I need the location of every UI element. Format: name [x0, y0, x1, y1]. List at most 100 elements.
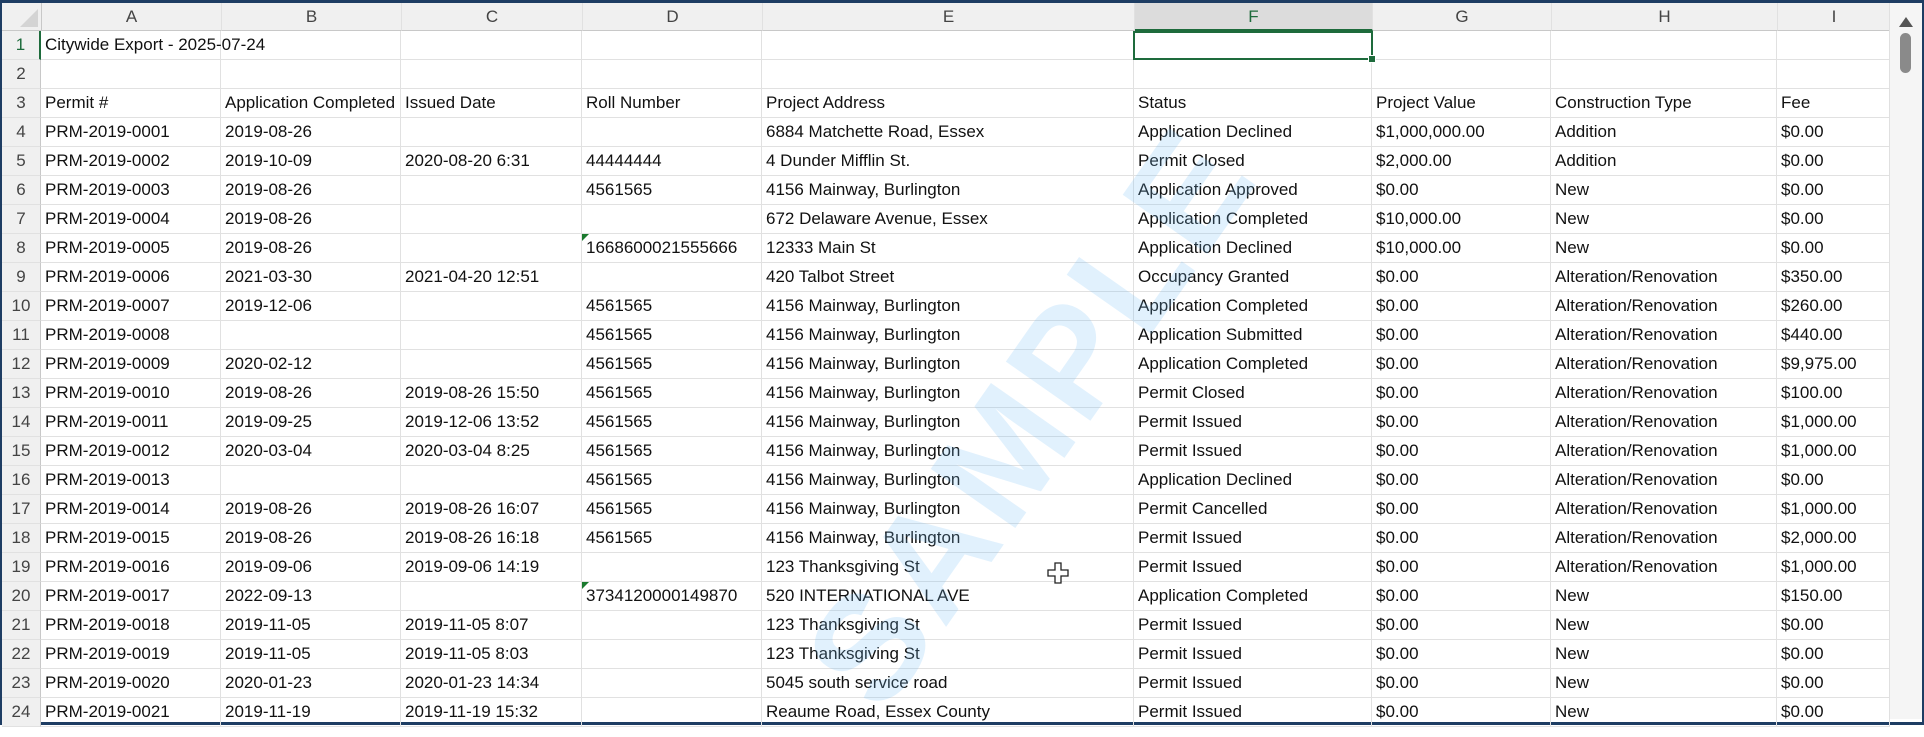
cell-C23[interactable]: 2020-01-23 14:34 — [401, 669, 582, 698]
cell-B14[interactable]: 2019-09-25 — [221, 408, 401, 437]
cell-E8[interactable]: 12333 Main St — [762, 234, 1134, 263]
cell-C17[interactable]: 2019-08-26 16:07 — [401, 495, 582, 524]
cell-H12[interactable]: Alteration/Renovation — [1551, 350, 1777, 379]
cell-I23[interactable]: $0.00 — [1777, 669, 1890, 698]
row-header-3[interactable]: 3 — [2, 89, 41, 118]
cell-C9[interactable]: 2021-04-20 12:51 — [401, 263, 582, 292]
cell-H21[interactable]: New — [1551, 611, 1777, 640]
cell-F20[interactable]: Application Completed — [1134, 582, 1372, 611]
row-header-17[interactable]: 17 — [2, 495, 41, 524]
cell-D20[interactable]: 3734120000149870 — [582, 582, 762, 611]
cell-B22[interactable]: 2019-11-05 — [221, 640, 401, 669]
row-header-20[interactable]: 20 — [2, 582, 41, 611]
scroll-up-arrow-icon[interactable] — [1899, 17, 1913, 27]
row-header-16[interactable]: 16 — [2, 466, 41, 495]
cell-H1[interactable] — [1551, 31, 1777, 60]
cell-A12[interactable]: PRM-2019-0009 — [41, 350, 221, 379]
number-as-text-indicator-icon[interactable] — [582, 234, 589, 241]
cell-B17[interactable]: 2019-08-26 — [221, 495, 401, 524]
cell-D3[interactable]: Roll Number — [582, 89, 762, 118]
cell-G2[interactable] — [1372, 60, 1551, 89]
cell-I2[interactable] — [1777, 60, 1890, 89]
cell-A10[interactable]: PRM-2019-0007 — [41, 292, 221, 321]
cell-F17[interactable]: Permit Cancelled — [1134, 495, 1372, 524]
cell-E11[interactable]: 4156 Mainway, Burlington — [762, 321, 1134, 350]
cell-B20[interactable]: 2022-09-13 — [221, 582, 401, 611]
cell-I16[interactable]: $0.00 — [1777, 466, 1890, 495]
cell-C13[interactable]: 2019-08-26 15:50 — [401, 379, 582, 408]
cell-E24[interactable]: Reaume Road, Essex County — [762, 698, 1134, 727]
row-header-13[interactable]: 13 — [2, 379, 41, 408]
cell-G3[interactable]: Project Value — [1372, 89, 1551, 118]
cell-B4[interactable]: 2019-08-26 — [221, 118, 401, 147]
cell-A14[interactable]: PRM-2019-0011 — [41, 408, 221, 437]
row-header-19[interactable]: 19 — [2, 553, 41, 582]
cell-C12[interactable] — [401, 350, 582, 379]
cell-D6[interactable]: 4561565 — [582, 176, 762, 205]
cell-F14[interactable]: Permit Issued — [1134, 408, 1372, 437]
column-header-I[interactable]: I — [1778, 3, 1891, 31]
cell-F21[interactable]: Permit Issued — [1134, 611, 1372, 640]
cell-G18[interactable]: $0.00 — [1372, 524, 1551, 553]
cell-D13[interactable]: 4561565 — [582, 379, 762, 408]
cell-H23[interactable]: New — [1551, 669, 1777, 698]
cell-C1[interactable] — [401, 31, 582, 60]
cell-E9[interactable]: 420 Talbot Street — [762, 263, 1134, 292]
cell-H8[interactable]: New — [1551, 234, 1777, 263]
cell-E6[interactable]: 4156 Mainway, Burlington — [762, 176, 1134, 205]
cell-F22[interactable]: Permit Issued — [1134, 640, 1372, 669]
cell-C8[interactable] — [401, 234, 582, 263]
cell-E4[interactable]: 6884 Matchette Road, Essex — [762, 118, 1134, 147]
cell-A19[interactable]: PRM-2019-0016 — [41, 553, 221, 582]
cell-E17[interactable]: 4156 Mainway, Burlington — [762, 495, 1134, 524]
cell-I8[interactable]: $0.00 — [1777, 234, 1890, 263]
cell-D22[interactable] — [582, 640, 762, 669]
cell-B5[interactable]: 2019-10-09 — [221, 147, 401, 176]
cell-E13[interactable]: 4156 Mainway, Burlington — [762, 379, 1134, 408]
cell-F15[interactable]: Permit Issued — [1134, 437, 1372, 466]
select-all-button[interactable] — [2, 3, 42, 31]
column-header-B[interactable]: B — [222, 3, 402, 31]
cell-F18[interactable]: Permit Issued — [1134, 524, 1372, 553]
cell-A20[interactable]: PRM-2019-0017 — [41, 582, 221, 611]
cell-B16[interactable] — [221, 466, 401, 495]
cell-E23[interactable]: 5045 south service road — [762, 669, 1134, 698]
cell-E21[interactable]: 123 Thanksgiving St — [762, 611, 1134, 640]
row-header-21[interactable]: 21 — [2, 611, 41, 640]
cell-E14[interactable]: 4156 Mainway, Burlington — [762, 408, 1134, 437]
cell-E18[interactable]: 4156 Mainway, Burlington — [762, 524, 1134, 553]
cell-D21[interactable] — [582, 611, 762, 640]
cell-H5[interactable]: Addition — [1551, 147, 1777, 176]
column-header-D[interactable]: D — [583, 3, 763, 31]
row-header-14[interactable]: 14 — [2, 408, 41, 437]
cell-C10[interactable] — [401, 292, 582, 321]
cell-I24[interactable]: $0.00 — [1777, 698, 1890, 727]
cell-F6[interactable]: Application Approved — [1134, 176, 1372, 205]
cell-G9[interactable]: $0.00 — [1372, 263, 1551, 292]
column-header-H[interactable]: H — [1552, 3, 1778, 31]
cell-H14[interactable]: Alteration/Renovation — [1551, 408, 1777, 437]
cell-I20[interactable]: $150.00 — [1777, 582, 1890, 611]
cell-E15[interactable]: 4156 Mainway, Burlington — [762, 437, 1134, 466]
cell-G22[interactable]: $0.00 — [1372, 640, 1551, 669]
cell-C7[interactable] — [401, 205, 582, 234]
cell-G17[interactable]: $0.00 — [1372, 495, 1551, 524]
cell-C20[interactable] — [401, 582, 582, 611]
cell-D2[interactable] — [582, 60, 762, 89]
cell-D15[interactable]: 4561565 — [582, 437, 762, 466]
cell-G23[interactable]: $0.00 — [1372, 669, 1551, 698]
cell-H7[interactable]: New — [1551, 205, 1777, 234]
cell-H15[interactable]: Alteration/Renovation — [1551, 437, 1777, 466]
cell-A4[interactable]: PRM-2019-0001 — [41, 118, 221, 147]
cell-H20[interactable]: New — [1551, 582, 1777, 611]
cell-B12[interactable]: 2020-02-12 — [221, 350, 401, 379]
cell-B10[interactable]: 2019-12-06 — [221, 292, 401, 321]
cell-H18[interactable]: Alteration/Renovation — [1551, 524, 1777, 553]
cell-D8[interactable]: 1668600021555666 — [582, 234, 762, 263]
cell-B23[interactable]: 2020-01-23 — [221, 669, 401, 698]
cell-E19[interactable]: 123 Thanksgiving St — [762, 553, 1134, 582]
row-header-1[interactable]: 1 — [2, 31, 41, 60]
cell-B8[interactable]: 2019-08-26 — [221, 234, 401, 263]
cell-A2[interactable] — [41, 60, 221, 89]
cell-B15[interactable]: 2020-03-04 — [221, 437, 401, 466]
